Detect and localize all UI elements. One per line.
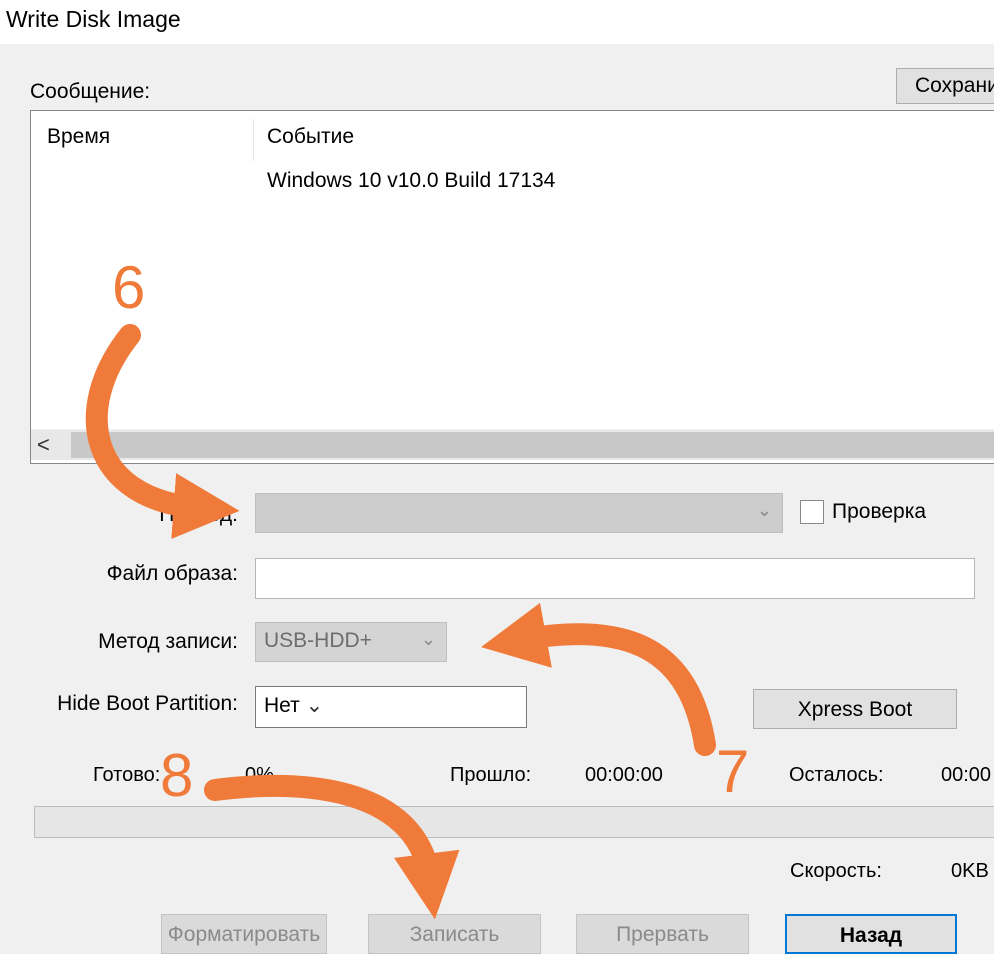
scroll-thumb[interactable] [71, 432, 994, 458]
messages-label: Сообщение: [30, 80, 151, 103]
elapsed-value: 00:00:00 [585, 764, 663, 786]
hide-boot-value: Нет [264, 694, 300, 717]
drive-select[interactable]: ⌄ [255, 493, 783, 533]
chevron-down-icon: ⌄ [305, 694, 324, 717]
speed-label: Скорость: [790, 860, 882, 882]
scroll-left-icon[interactable]: < [37, 432, 50, 458]
elapsed-label: Прошло: [450, 764, 532, 786]
column-header-event[interactable]: Событие [267, 125, 354, 149]
messages-list[interactable]: Время Событие Windows 10 v10.0 Build 171… [30, 110, 994, 464]
back-button[interactable]: Назад [785, 914, 957, 954]
save-button[interactable]: Сохрани [896, 68, 994, 104]
horizontal-scrollbar[interactable]: < [31, 429, 994, 460]
annotation-number-6: 6 [112, 254, 146, 321]
column-separator[interactable] [253, 119, 254, 161]
list-item[interactable]: Windows 10 v10.0 Build 17134 [267, 169, 555, 193]
remaining-value: 00:00 [941, 764, 992, 786]
write-method-value: USB-HDD+ [264, 629, 372, 652]
verify-label[interactable]: Проверка [832, 500, 926, 524]
arrow-7 [481, 602, 716, 756]
window-title: Write Disk Image [6, 6, 181, 32]
chevron-down-icon: ⌄ [756, 500, 772, 520]
write-method-select[interactable]: USB-HDD+ ⌄ [255, 622, 447, 662]
chevron-down-icon: ⌄ [420, 629, 436, 649]
annotation-number-7: 7 [716, 738, 750, 805]
hide-boot-select[interactable]: Нет ⌄ [255, 686, 527, 728]
speed-value: 0KB [951, 860, 989, 882]
progress-bar [34, 806, 994, 838]
done-label: Готово: [93, 764, 161, 786]
remaining-label: Осталось: [789, 764, 884, 786]
write-method-label: Метод записи: [98, 630, 238, 653]
drive-label: Привод: [159, 503, 238, 526]
image-file-label: Файл образа: [106, 562, 238, 585]
annotation-number-8: 8 [160, 742, 194, 809]
verify-checkbox[interactable] [800, 500, 824, 524]
write-button[interactable]: Записать [368, 914, 541, 954]
image-file-input[interactable] [255, 558, 975, 599]
format-button[interactable]: Форматировать [161, 914, 327, 954]
column-header-time[interactable]: Время [47, 125, 110, 149]
hide-boot-label: Hide Boot Partition: [57, 692, 238, 715]
done-value: 0% [245, 764, 274, 786]
title-bar: Write Disk Image [0, 0, 994, 44]
abort-button[interactable]: Прервать [576, 914, 749, 954]
xpress-boot-button[interactable]: Xpress Boot [753, 689, 957, 729]
